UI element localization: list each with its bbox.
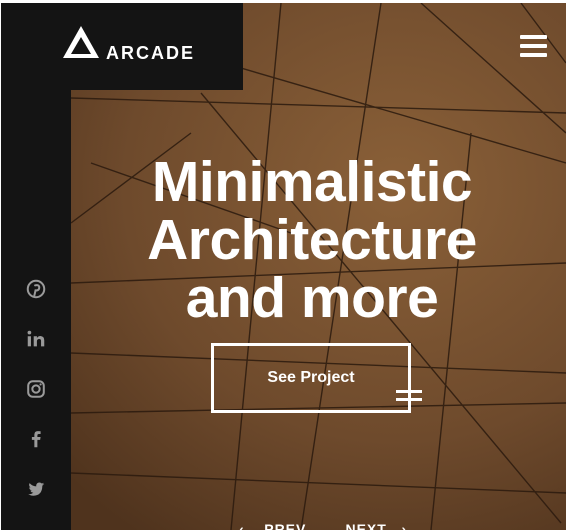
pinterest-icon[interactable] xyxy=(25,278,47,300)
equals-accent-icon xyxy=(396,386,422,406)
chevron-left-icon: ‹ xyxy=(239,521,245,530)
twitter-icon[interactable] xyxy=(25,478,47,500)
facebook-icon[interactable] xyxy=(25,428,47,450)
headline-line: Architecture xyxy=(147,208,477,272)
triangle-logo-icon xyxy=(63,26,99,58)
headline-line: and more xyxy=(185,266,439,330)
hero-section: ARCADE Minimalistic Architecture and mor… xyxy=(1,3,566,530)
see-project-label: See Project xyxy=(267,369,355,386)
chevron-right-icon: › xyxy=(401,521,408,530)
see-project-button[interactable]: See Project xyxy=(211,343,411,413)
logo[interactable]: ARCADE xyxy=(1,3,243,90)
linkedin-icon[interactable] xyxy=(25,328,47,350)
prev-label: PREV xyxy=(264,521,307,530)
instagram-icon[interactable] xyxy=(25,378,47,400)
headline-line: Minimalistic xyxy=(151,150,473,214)
hamburger-menu-icon[interactable] xyxy=(520,35,547,57)
hero-headline: Minimalistic Architecture and more xyxy=(131,153,493,327)
prev-button[interactable]: ‹ PREV xyxy=(239,521,306,530)
next-button[interactable]: NEXT › xyxy=(345,521,407,530)
next-label: NEXT xyxy=(345,521,387,530)
slider-pager: ‹ PREV NEXT › xyxy=(239,521,407,530)
brand-name: ARCADE xyxy=(106,43,196,63)
